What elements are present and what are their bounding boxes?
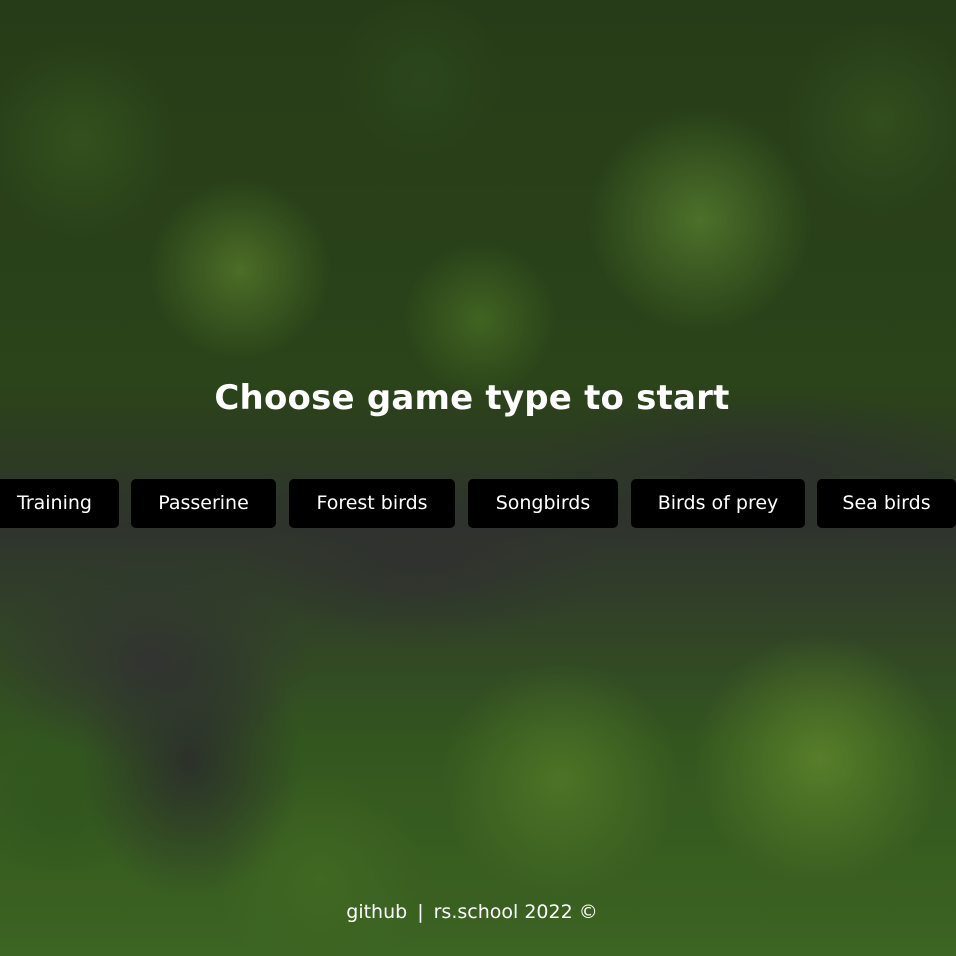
background-overlay [0,0,956,956]
game-type-button-forest-birds[interactable]: Forest birds [289,479,455,528]
game-type-button-songbirds[interactable]: Songbirds [468,479,618,528]
footer: github | rs.school 2022 © [0,897,944,927]
footer-separator: | [417,901,424,923]
github-link[interactable]: github [346,901,407,923]
start-screen: Choose game type to start Training Passe… [0,0,956,956]
game-type-button-sea-birds[interactable]: Sea birds [817,479,956,528]
game-type-button-passerine[interactable]: Passerine [131,479,276,528]
game-type-button-birds-of-prey[interactable]: Birds of prey [631,479,805,528]
page-title: Choose game type to start [214,378,730,418]
game-type-menu: Training Passerine Forest birds Songbird… [0,479,956,528]
rs-school-link[interactable]: rs.school 2022 © [434,901,598,923]
game-type-button-training[interactable]: Training [0,479,119,528]
